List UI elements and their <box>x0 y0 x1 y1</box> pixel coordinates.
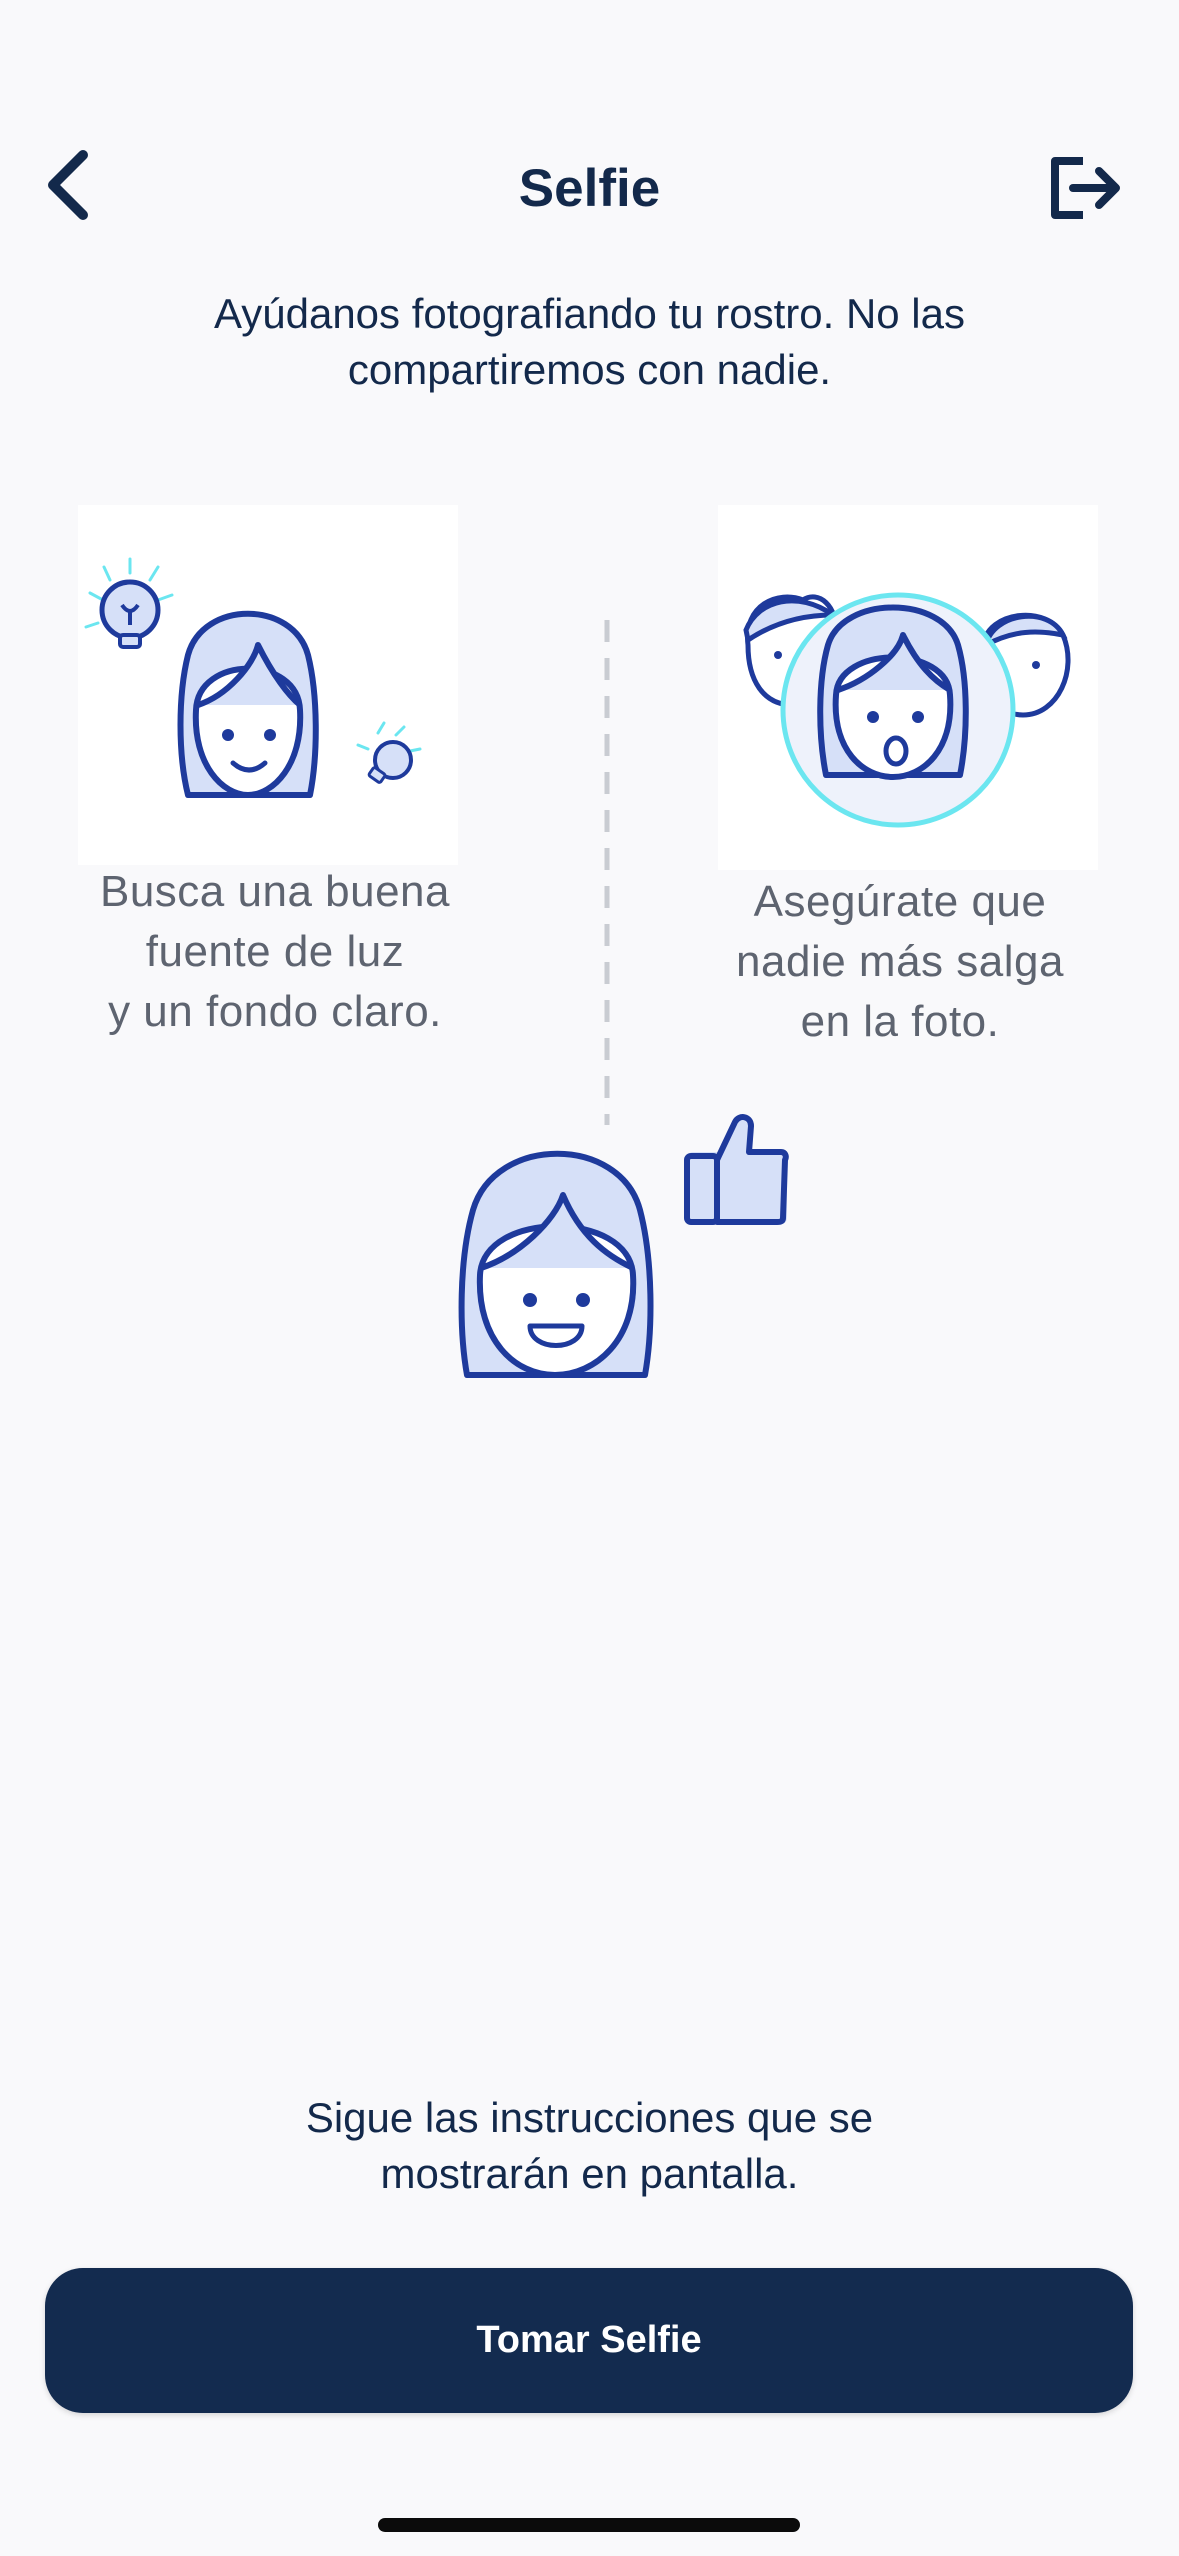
instructions-line: mostrarán en pantalla. <box>380 2150 799 2197</box>
woman-face-icon <box>177 610 319 799</box>
instructions-line: Sigue las instrucciones que se <box>305 2094 874 2141</box>
dashed-divider <box>604 620 610 1125</box>
caption-line: y un fondo claro. <box>108 987 442 1036</box>
caption-line: fuente de luz <box>145 927 405 976</box>
home-indicator[interactable] <box>378 2518 800 2532</box>
only-you-illustration <box>718 505 1098 870</box>
subtitle: Ayúdanos fotografiando tu rostro. No las… <box>120 286 1059 398</box>
caption-line: en la foto. <box>800 997 1000 1046</box>
good-lighting-illustration <box>78 505 458 865</box>
caption-line: nadie más salga <box>736 937 1064 986</box>
woman-smiling-icon <box>458 1150 654 1379</box>
instructions-text: Sigue las instrucciones que se mostrarán… <box>160 2090 1019 2202</box>
take-selfie-button[interactable]: Tomar Selfie <box>45 2268 1133 2413</box>
take-selfie-label: Tomar Selfie <box>476 2319 702 2361</box>
subtitle-line: compartiremos con nadie. <box>347 346 832 393</box>
tip-alone-caption: Asegúrate que nadie más salga en la foto… <box>680 872 1120 1052</box>
lightbulb-icon <box>84 557 174 649</box>
caption-line: Busca una buena <box>99 867 450 916</box>
thumbs-up-icon <box>684 1114 789 1225</box>
logout-button[interactable] <box>1030 140 1140 235</box>
subtitle-line: Ayúdanos fotografiando tu rostro. No las <box>213 290 966 337</box>
tip-lighting-caption: Busca una buena fuente de luz y un fondo… <box>60 862 490 1042</box>
happy-selfie-illustration <box>455 1100 805 1390</box>
woman-face-icon <box>817 604 969 781</box>
lightbulb-icon <box>356 721 422 784</box>
caption-line: Asegúrate que <box>753 877 1047 926</box>
logout-icon <box>1051 156 1120 219</box>
page-title: Selfie <box>518 159 661 218</box>
